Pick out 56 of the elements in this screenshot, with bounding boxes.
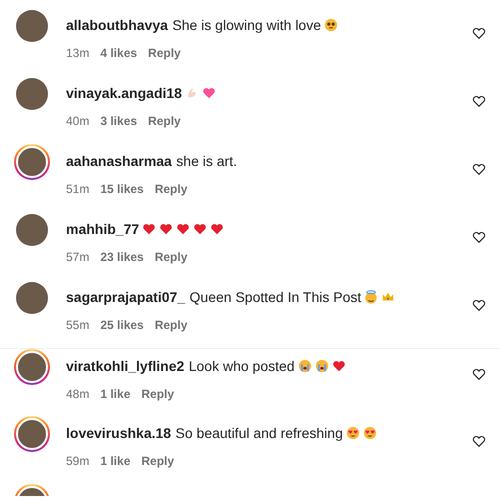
like-heart-icon[interactable] — [472, 230, 486, 244]
like-heart-icon[interactable] — [472, 367, 486, 381]
likes-count[interactable]: 1 like — [100, 452, 130, 470]
reply-link[interactable]: Reply — [154, 248, 188, 266]
comment-text: Look who posted — [188, 358, 295, 374]
likes-count[interactable]: 25 likes — [100, 316, 144, 334]
username[interactable]: sagarprajapati07_ — [66, 289, 186, 305]
likes-count[interactable]: 1 like — [100, 385, 130, 403]
likes-count[interactable]: 4 likes — [100, 44, 138, 62]
heart-icon — [332, 359, 346, 373]
reply-link[interactable]: Reply — [148, 44, 181, 62]
smiling-face-icon — [364, 290, 378, 304]
username[interactable]: mahhib_77 — [66, 221, 140, 237]
heart-icon — [193, 222, 208, 236]
like-heart-icon[interactable] — [472, 26, 486, 40]
like-heart-icon[interactable] — [472, 434, 486, 448]
pleading-face-icon — [324, 18, 338, 32]
timestamp: 51m — [66, 181, 90, 198]
reply-link[interactable]: Reply — [141, 385, 174, 403]
crying-face-icon — [314, 359, 329, 373]
like-heart-icon[interactable] — [472, 298, 486, 312]
comment-text: Queen Spotted In This Post — [190, 289, 362, 305]
heart-icon — [202, 86, 216, 100]
heart-icon — [176, 222, 190, 236]
timestamp: 59m — [66, 453, 90, 470]
likes-count[interactable]: 3 likes — [100, 112, 138, 130]
story-ring-avatar[interactable] — [14, 416, 50, 452]
story-ring-avatar[interactable] — [14, 349, 50, 385]
heart-icon — [142, 222, 156, 236]
comment-text: She is glowing with love — [172, 17, 322, 33]
timestamp: 57m — [66, 249, 90, 266]
heart-icon — [159, 222, 174, 236]
reply-link[interactable]: Reply — [148, 112, 181, 130]
reply-link[interactable]: Reply — [141, 452, 174, 470]
timestamp: 40m — [66, 113, 90, 130]
timestamp: 13m — [66, 45, 90, 62]
username[interactable]: vinayak.angadi18 — [66, 85, 182, 101]
timestamp: 48m — [66, 386, 90, 403]
username[interactable]: allaboutbhavya — [66, 17, 168, 33]
like-heart-icon[interactable] — [472, 94, 486, 108]
username[interactable]: viratkohli_lyfline2 — [66, 358, 184, 374]
comment-text: So beautiful and refreshing — [176, 425, 343, 441]
username[interactable]: aahanasharmaa — [66, 153, 172, 169]
reply-link[interactable]: Reply — [154, 180, 188, 198]
username[interactable]: lovevirushka.18 — [66, 425, 172, 441]
story-ring-avatar[interactable] — [14, 144, 50, 180]
likes-count[interactable]: 23 likes — [100, 248, 144, 266]
like-heart-icon[interactable] — [472, 162, 486, 176]
heart-eyes-icon — [346, 426, 360, 440]
crying-face-icon — [298, 359, 312, 373]
timestamp: 55m — [66, 317, 90, 334]
heart-eyes-icon — [362, 426, 377, 440]
likes-count[interactable]: 15 likes — [100, 180, 144, 198]
heart-icon — [210, 222, 224, 236]
comment-text: she is art. — [176, 153, 237, 169]
reply-link[interactable]: Reply — [154, 316, 188, 334]
